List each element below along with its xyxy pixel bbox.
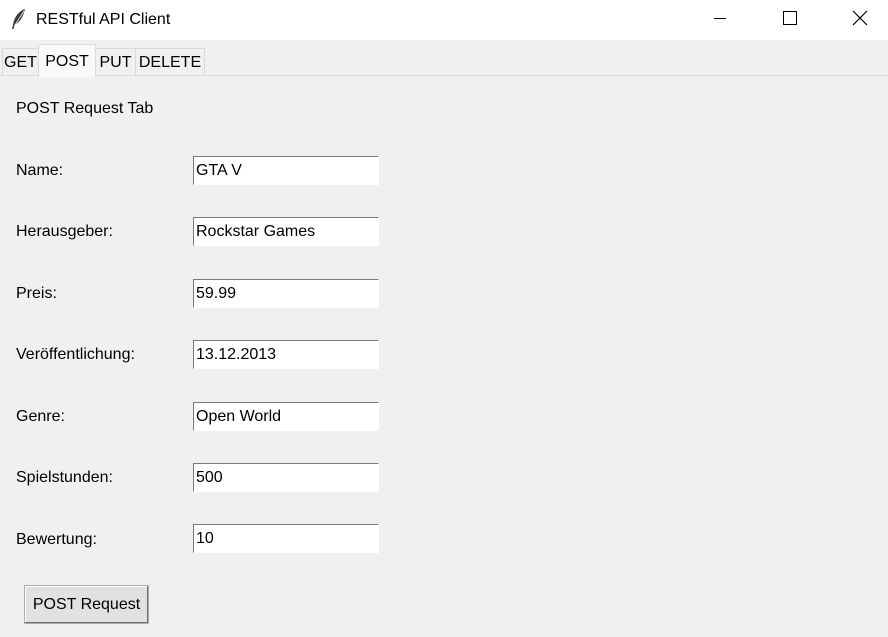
tab-post[interactable]: POST (38, 44, 96, 77)
playtime-field[interactable] (193, 463, 379, 492)
feather-icon (10, 8, 28, 30)
tab-put[interactable]: PUT (95, 48, 136, 75)
panel-heading: POST Request Tab (16, 100, 154, 117)
genre-field[interactable] (193, 402, 379, 431)
title-bar: RESTful API Client (0, 0, 888, 40)
minimize-icon (713, 11, 727, 30)
rating-field[interactable] (193, 524, 379, 553)
tab-get[interactable]: GET (2, 48, 39, 75)
genre-label: Genre: (16, 408, 65, 425)
name-field[interactable] (193, 156, 379, 185)
publisher-label: Herausgeber: (16, 223, 113, 240)
maximize-button[interactable] (767, 0, 813, 40)
app-window: RESTful API Client GET POST PUT DELETE P… (0, 0, 888, 637)
playtime-label: Spielstunden: (16, 469, 113, 486)
tab-delete[interactable]: DELETE (135, 48, 205, 75)
release-date-field[interactable] (193, 340, 379, 369)
name-label: Name: (16, 162, 64, 179)
price-field[interactable] (193, 279, 379, 308)
publisher-field[interactable] (193, 217, 379, 246)
release-date-label: Veröffentlichung: (16, 346, 135, 363)
minimize-button[interactable] (697, 0, 743, 40)
post-request-button[interactable]: POST Request (24, 585, 149, 624)
tab-bar-divider (0, 75, 888, 76)
window-title: RESTful API Client (36, 11, 171, 28)
maximize-icon (783, 10, 797, 30)
rating-label: Bewertung: (16, 531, 97, 548)
close-button[interactable] (837, 0, 883, 40)
close-icon (852, 10, 868, 31)
price-label: Preis: (16, 285, 57, 302)
